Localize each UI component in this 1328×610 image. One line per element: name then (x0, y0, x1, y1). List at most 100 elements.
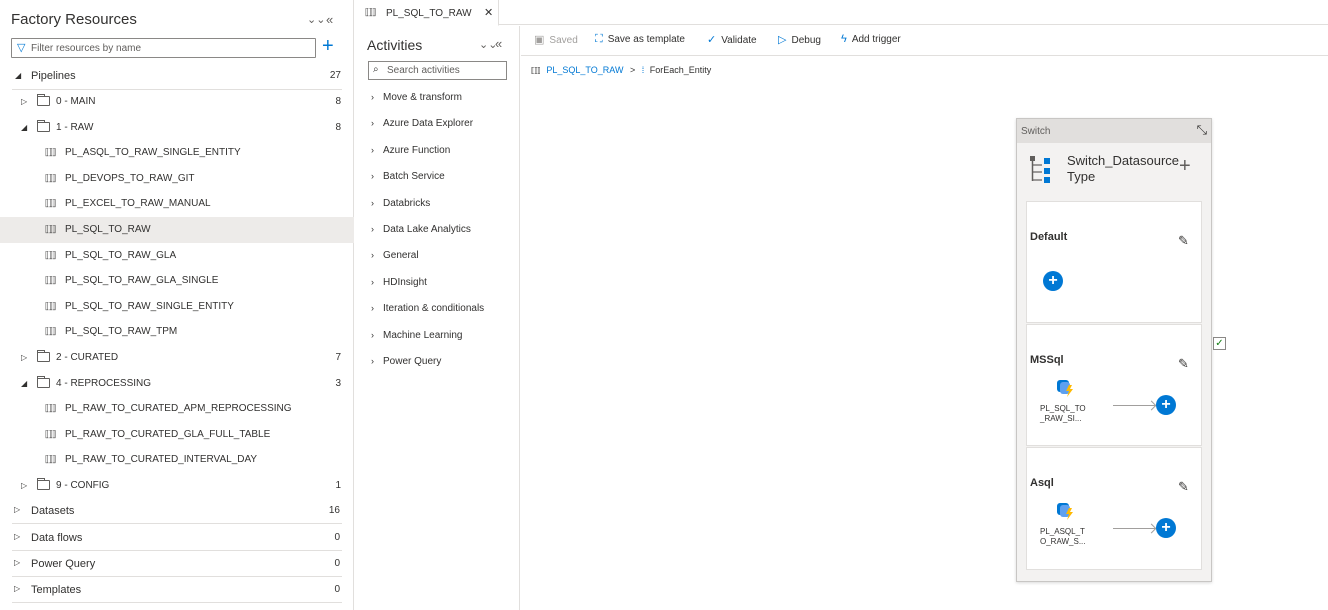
case-asql[interactable]: Asql ✎ PL_ASQL_T O_RAW_S... + (1026, 447, 1202, 570)
tree-pipeline-item[interactable]: ⟦⟧⟧ PL_SQL_TO_RAW_SINGLE_ENTITY (0, 294, 354, 320)
case-default[interactable]: Default ✎ + (1026, 201, 1202, 323)
search-activities-input[interactable] (387, 63, 502, 78)
folder-label: 0 - MAIN (56, 96, 96, 107)
activity-category[interactable]: › Databricks (371, 198, 430, 209)
activity-category[interactable]: › Machine Learning (371, 330, 463, 341)
tree-pipeline-item[interactable]: ⟦⟧⟧ PL_DEVOPS_TO_RAW_GIT (0, 166, 354, 192)
activity-category-label: General (383, 250, 419, 261)
edit-icon[interactable]: ✎ (1178, 233, 1189, 249)
execute-pipeline-activity[interactable]: PL_SQL_TO _RAW_SI... (1040, 404, 1100, 424)
add-trigger-button[interactable]: ϟ Add trigger (841, 33, 901, 45)
tree-pipeline-item[interactable]: ⟦⟧⟧ PL_SQL_TO_RAW (0, 217, 354, 243)
section-count: 0 (334, 532, 340, 543)
pipeline-icon: ⟦⟧⟧ (45, 250, 56, 260)
tree-folder[interactable]: ▷ 0 - MAIN 8 (0, 89, 354, 115)
activity-category[interactable]: › Batch Service (371, 171, 445, 182)
activity-category-label: Machine Learning (383, 330, 463, 341)
activity-name-line2: O_RAW_S... (1040, 537, 1086, 546)
tab-pl-sql-to-raw[interactable]: ⟦⟧⟧ PL_SQL_TO_RAW ✕ (355, 0, 499, 26)
save-as-template-button[interactable]: ⛶ Save as template (595, 33, 685, 46)
chevron-right-icon: › (371, 198, 374, 208)
expand-icon[interactable]: ▷ (21, 481, 27, 490)
filter-resources-field[interactable]: ▽ (11, 38, 316, 58)
tree-folder[interactable]: ▷ 2 - CURATED 7 (0, 345, 354, 371)
filter-input[interactable] (31, 40, 311, 56)
collapse-panel-icon[interactable]: « (326, 12, 333, 27)
section-0[interactable]: ▷ Datasets 16 (12, 498, 342, 524)
collapse-icon[interactable]: ⤡ (1197, 122, 1207, 138)
activity-category-label: HDInsight (383, 277, 427, 288)
expand-icon[interactable]: ▷ (21, 353, 27, 362)
success-checkbox-icon[interactable]: ✓ (1213, 337, 1226, 350)
edit-icon[interactable]: ✎ (1178, 356, 1189, 372)
expand-icon[interactable]: ▷ (21, 97, 27, 106)
collapse-all-icon[interactable]: ⌄⌄ (307, 13, 325, 26)
folder-icon (37, 120, 50, 132)
case-name: MSSql (1030, 354, 1064, 366)
activity-category[interactable]: › Move & transform (371, 92, 462, 103)
saved-button[interactable]: ▣ Saved (534, 33, 578, 46)
collapse-icon[interactable]: ◢ (21, 123, 27, 132)
breadcrumb-activity[interactable]: ForEach_Entity (650, 65, 712, 75)
activity-category[interactable]: › Iteration & conditionals (371, 303, 484, 314)
debug-button[interactable]: ▷ Debug (778, 33, 821, 46)
save-icon: ▣ (534, 34, 545, 46)
expand-icon[interactable]: ◢ (15, 71, 21, 80)
edit-icon[interactable]: ✎ (1178, 479, 1189, 495)
tree-folder[interactable]: ◢ 1 - RAW 8 (0, 115, 354, 141)
activity-category[interactable]: › Data Lake Analytics (371, 224, 471, 235)
close-tab-icon[interactable]: ✕ (484, 6, 493, 19)
tree-pipeline-item[interactable]: ⟦⟧⟧ PL_SQL_TO_RAW_GLA (0, 243, 354, 269)
section-1[interactable]: ▷ Data flows 0 (12, 525, 342, 551)
tree-pipeline-item[interactable]: ⟦⟧⟧ PL_SQL_TO_RAW_TPM (0, 319, 354, 345)
switch-activity[interactable]: Switch ⤡ Switch_Datasource Type + Defaul… (1016, 118, 1212, 582)
tree-pipeline-item[interactable]: ⟦⟧⟧ PL_RAW_TO_CURATED_INTERVAL_DAY (0, 447, 354, 473)
activity-category[interactable]: › HDInsight (371, 277, 427, 288)
checkmark-icon: ✓ (707, 34, 717, 46)
execute-pipeline-activity[interactable]: PL_ASQL_T O_RAW_S... (1040, 527, 1100, 547)
expand-icon[interactable]: ▷ (14, 505, 20, 514)
folder-icon (37, 350, 50, 362)
add-resource-button[interactable]: + (322, 36, 334, 56)
tree-folder[interactable]: ◢ 4 - REPROCESSING 3 (0, 371, 354, 397)
case-mssql[interactable]: MSSql ✎ PL_SQL_TO _RAW_SI... + (1026, 324, 1202, 446)
switch-icon (1030, 156, 1050, 183)
activity-category[interactable]: › Azure Data Explorer (371, 118, 473, 129)
section-count: 0 (334, 558, 340, 569)
pipeline-label: PL_DEVOPS_TO_RAW_GIT (65, 173, 195, 184)
activity-category[interactable]: › Azure Function (371, 145, 450, 156)
expand-icon[interactable]: ▷ (14, 584, 20, 593)
section-2[interactable]: ▷ Power Query 0 (12, 551, 342, 577)
add-activity-button[interactable]: + (1156, 518, 1176, 538)
switch-name: Switch_Datasource Type (1067, 153, 1197, 185)
activity-category[interactable]: › General (371, 250, 419, 261)
pipeline-label: PL_SQL_TO_RAW_GLA (65, 250, 177, 261)
breadcrumb-pipeline-link[interactable]: PL_SQL_TO_RAW (546, 65, 623, 75)
factory-resources-panel: Factory Resources ⌄⌄ « ▽ + ◢ Pipelines 2… (0, 0, 354, 610)
tree-pipeline-item[interactable]: ⟦⟧⟧ PL_ASQL_TO_RAW_SINGLE_ENTITY (0, 140, 354, 166)
expand-icon[interactable]: ▷ (14, 532, 20, 541)
tree-pipeline-item[interactable]: ⟦⟧⟧ PL_SQL_TO_RAW_GLA_SINGLE (0, 268, 354, 294)
expand-icon[interactable]: ▷ (14, 558, 20, 567)
debug-label: Debug (791, 35, 821, 46)
activity-category[interactable]: › Power Query (371, 356, 441, 367)
pipeline-icon: ⟦⟧⟧ (45, 403, 56, 413)
add-activity-button[interactable]: + (1156, 395, 1176, 415)
case-name: Default (1030, 231, 1068, 243)
tree-folder[interactable]: ▷ 9 - CONFIG 1 (0, 473, 354, 499)
folder-icon (37, 376, 50, 388)
pipelines-section[interactable]: ◢ Pipelines 27 (0, 63, 354, 89)
collapse-icon[interactable]: ◢ (21, 379, 27, 388)
section-3[interactable]: ▷ Templates 0 (12, 577, 342, 603)
add-case-icon[interactable]: + (1179, 155, 1191, 178)
collapse-activities-icon[interactable]: « (495, 36, 502, 51)
tree-pipeline-item[interactable]: ⟦⟧⟧ PL_EXCEL_TO_RAW_MANUAL (0, 191, 354, 217)
activities-panel: Activities ⌄⌄ « ⌕ ›Move & transform›Azur… (355, 26, 520, 610)
tree-pipeline-item[interactable]: ⟦⟧⟧ PL_RAW_TO_CURATED_APM_REPROCESSING (0, 396, 354, 422)
folder-count: 8 (335, 96, 341, 107)
validate-button[interactable]: ✓ Validate (707, 33, 757, 46)
pipeline-icon: ⟦⟧⟧ (45, 198, 56, 208)
add-activity-button[interactable]: + (1043, 271, 1063, 291)
search-activities-field[interactable]: ⌕ (368, 61, 507, 80)
tree-pipeline-item[interactable]: ⟦⟧⟧ PL_RAW_TO_CURATED_GLA_FULL_TABLE (0, 422, 354, 448)
